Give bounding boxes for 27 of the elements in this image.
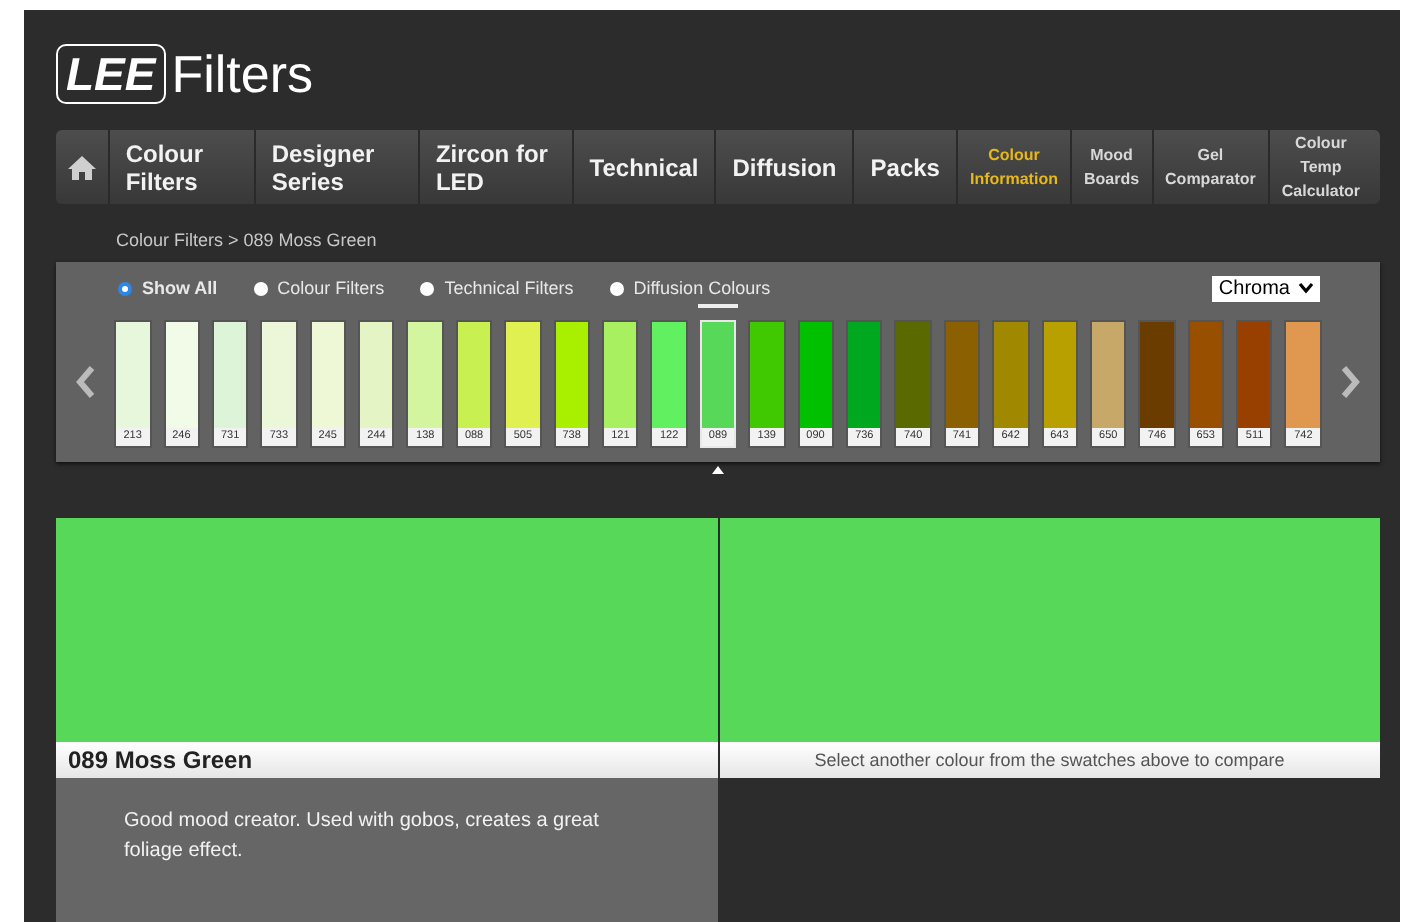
home-icon bbox=[65, 153, 98, 181]
filter-radio[interactable]: Show All bbox=[118, 278, 218, 298]
chevron-left-icon bbox=[75, 363, 96, 399]
sort-dropdown[interactable]: Chroma bbox=[1212, 275, 1320, 301]
filter-name: 089 Moss Green bbox=[56, 742, 717, 778]
nav-item[interactable]: Packs bbox=[854, 130, 958, 204]
nav-item[interactable]: Diffusion bbox=[716, 130, 855, 204]
logo-mark: LEE bbox=[56, 43, 166, 103]
nav-tool-item[interactable]: Gel Comparator bbox=[1153, 130, 1270, 204]
filter-description: Good mood creator. Used with gobos, creates a great foliage effect. bbox=[124, 808, 601, 866]
nav-item[interactable]: Colour Filters bbox=[109, 130, 256, 204]
nav-item[interactable]: Technical bbox=[573, 130, 717, 204]
nav-tool-item[interactable]: Colour Information bbox=[957, 130, 1072, 204]
nav-item[interactable]: Zircon for LED bbox=[419, 130, 574, 204]
nav-tool-item[interactable]: Colour Temp Calculator bbox=[1269, 130, 1372, 204]
compare-hint: Select another colour from the swatches above to compare bbox=[719, 742, 1380, 778]
nav-item[interactable]: Designer Series bbox=[255, 130, 420, 204]
caret-icon bbox=[1298, 282, 1314, 294]
nav-tool-item[interactable]: Mood Boards bbox=[1071, 130, 1154, 204]
chevron-right-icon bbox=[1340, 363, 1361, 399]
filter-radio[interactable]: Colour Filters bbox=[253, 278, 385, 298]
triangle-icon bbox=[711, 466, 724, 474]
selection-marker bbox=[698, 304, 738, 308]
logo-text: Filters bbox=[171, 43, 314, 103]
breadcrumb: Colour Filters > 089 Moss Green bbox=[116, 230, 379, 254]
filter-radio[interactable]: Diffusion Colours bbox=[609, 278, 771, 298]
filter-radio[interactable]: Technical Filters bbox=[420, 278, 574, 298]
